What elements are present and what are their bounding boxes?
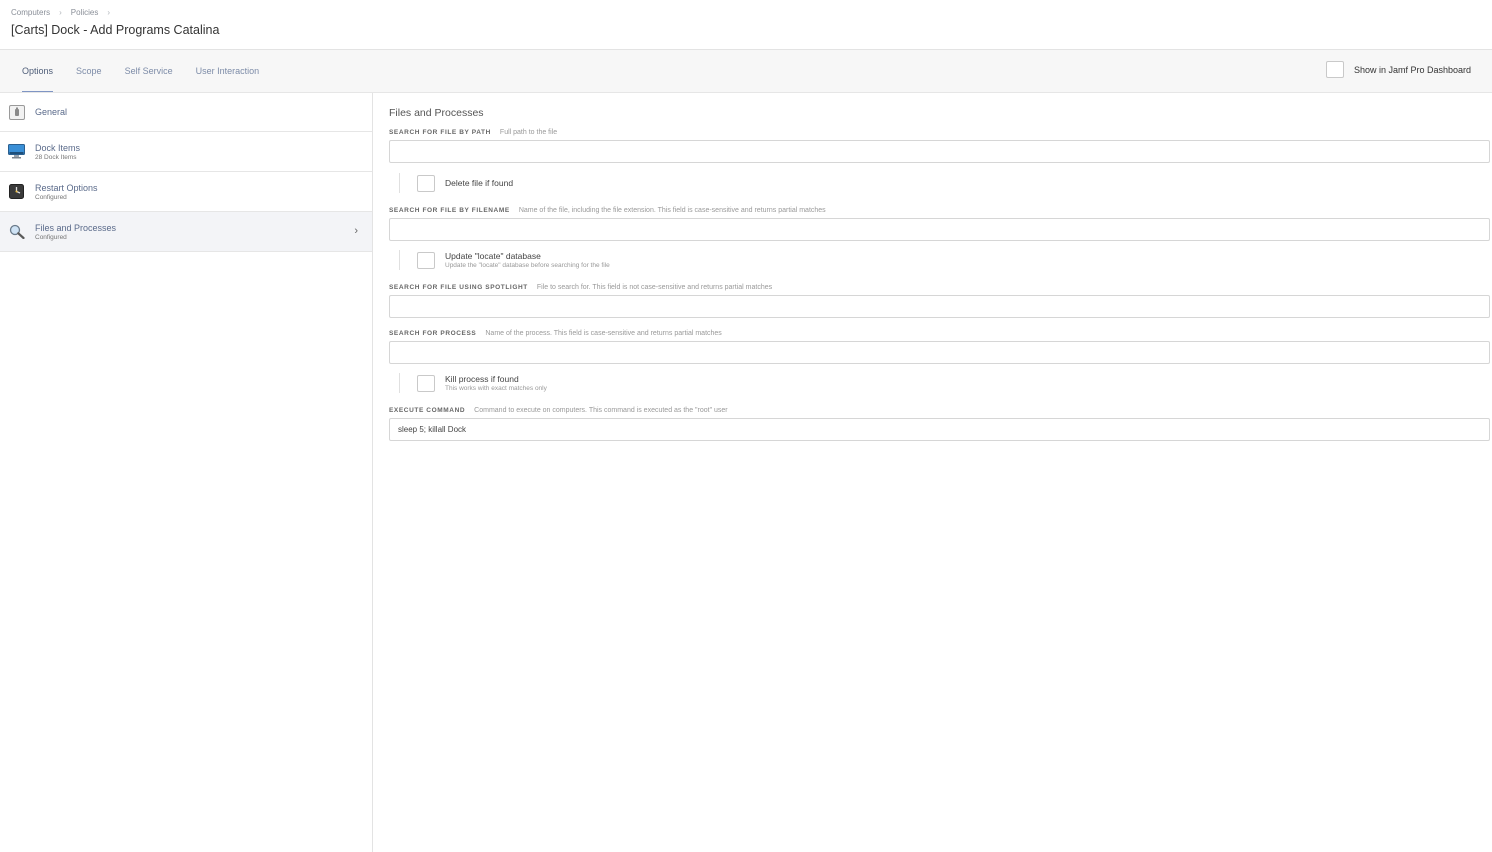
sidebar-item-general[interactable]: General bbox=[0, 93, 372, 132]
path-input[interactable] bbox=[389, 140, 1490, 163]
spotlight-label: SEARCH FOR FILE USING SPOTLIGHT bbox=[389, 284, 528, 291]
process-input[interactable] bbox=[389, 341, 1490, 364]
breadcrumb-computers[interactable]: Computers bbox=[11, 8, 50, 17]
command-input[interactable]: sleep 5; killall Dock bbox=[389, 418, 1490, 441]
path-hint: Full path to the file bbox=[499, 129, 558, 136]
sidebar-item-restart-options[interactable]: Restart Options Configured bbox=[0, 172, 372, 212]
delete-file-checkbox[interactable] bbox=[417, 174, 435, 192]
sidebar-item-label: General bbox=[35, 107, 68, 117]
spotlight-input[interactable] bbox=[389, 295, 1490, 318]
process-label: SEARCH FOR PROCESS bbox=[389, 330, 477, 337]
sidebar-item-files-and-processes[interactable]: Files and Processes Configured › bbox=[0, 212, 372, 252]
sidebar-item-sub: Configured bbox=[35, 193, 67, 201]
sidebar-item-dock-items[interactable]: Dock Items 28 Dock Items bbox=[0, 132, 372, 172]
filename-field-label: SEARCH FOR FILE BY FILENAME Name of the … bbox=[389, 207, 1490, 216]
process-field-label: SEARCH FOR PROCESS Name of the process. … bbox=[389, 330, 1490, 339]
delete-file-option: Delete file if found bbox=[389, 172, 1490, 194]
sidebar-item-sub: Configured bbox=[35, 233, 67, 241]
command-field-label: EXECUTE COMMAND Command to execute on co… bbox=[389, 407, 1490, 416]
restart-icon bbox=[8, 184, 25, 199]
sidebar-item-label: Dock Items bbox=[35, 142, 81, 153]
sidebar-item-label: Files and Processes bbox=[35, 222, 117, 233]
page-header: Computers › Policies › [Carts] Dock - Ad… bbox=[0, 0, 1492, 50]
kill-process-option: Kill process if found This works with ex… bbox=[389, 372, 1490, 394]
tab-self-service[interactable]: Self Service bbox=[125, 50, 173, 92]
sidebar-item-label: Restart Options bbox=[35, 182, 98, 193]
magnifier-icon bbox=[8, 224, 25, 239]
sidebar: General Dock Items 28 Dock Items Restart… bbox=[0, 93, 373, 852]
update-locate-sub: Update the "locate" database before sear… bbox=[445, 262, 610, 269]
breadcrumb-separator: › bbox=[59, 8, 62, 17]
tab-options[interactable]: Options bbox=[22, 50, 54, 92]
filename-hint: Name of the file, including the file ext… bbox=[518, 207, 826, 214]
breadcrumb-policies[interactable]: Policies bbox=[71, 8, 99, 17]
update-locate-option: Update "locate" database Update the "loc… bbox=[389, 249, 1490, 271]
spotlight-field-label: SEARCH FOR FILE USING SPOTLIGHT File to … bbox=[389, 284, 1490, 293]
section-title: Files and Processes bbox=[389, 107, 484, 119]
monitor-icon bbox=[8, 144, 25, 159]
command-hint: Command to execute on computers. This co… bbox=[474, 407, 728, 414]
update-locate-checkbox[interactable] bbox=[417, 251, 435, 269]
command-label: EXECUTE COMMAND bbox=[389, 407, 466, 414]
main-area: General Dock Items 28 Dock Items Restart… bbox=[0, 93, 1492, 852]
delete-file-label: Delete file if found bbox=[445, 178, 514, 188]
page-title: [Carts] Dock - Add Programs Catalina bbox=[11, 23, 220, 37]
filename-input[interactable] bbox=[389, 218, 1490, 241]
update-locate-label: Update "locate" database bbox=[445, 251, 541, 261]
breadcrumb: Computers › Policies › bbox=[11, 7, 1481, 18]
kill-process-label: Kill process if found bbox=[445, 374, 519, 384]
filename-label: SEARCH FOR FILE BY FILENAME bbox=[389, 207, 510, 214]
tab-user-interaction[interactable]: User Interaction bbox=[196, 50, 260, 92]
dashboard-label: Show in Jamf Pro Dashboard bbox=[1353, 64, 1471, 75]
kill-process-sub: This works with exact matches only bbox=[445, 385, 547, 392]
dashboard-toggle: Show in Jamf Pro Dashboard bbox=[1325, 61, 1471, 78]
chevron-right-icon: › bbox=[354, 225, 358, 237]
path-field-label: SEARCH FOR FILE BY PATH Full path to the… bbox=[389, 129, 1490, 138]
process-hint: Name of the process. This field is case-… bbox=[485, 330, 722, 337]
content-panel: Files and Processes SEARCH FOR FILE BY P… bbox=[373, 93, 1492, 852]
kill-process-checkbox[interactable] bbox=[417, 374, 435, 392]
tab-bar: Options Scope Self Service User Interact… bbox=[0, 50, 1492, 93]
general-icon bbox=[8, 104, 25, 120]
spotlight-hint: File to search for. This field is not ca… bbox=[536, 284, 773, 291]
breadcrumb-separator: › bbox=[107, 8, 111, 17]
path-label: SEARCH FOR FILE BY PATH bbox=[389, 129, 491, 136]
sidebar-item-sub: 28 Dock Items bbox=[35, 153, 77, 161]
tab-scope[interactable]: Scope bbox=[76, 50, 102, 92]
dashboard-checkbox[interactable] bbox=[1325, 61, 1344, 78]
